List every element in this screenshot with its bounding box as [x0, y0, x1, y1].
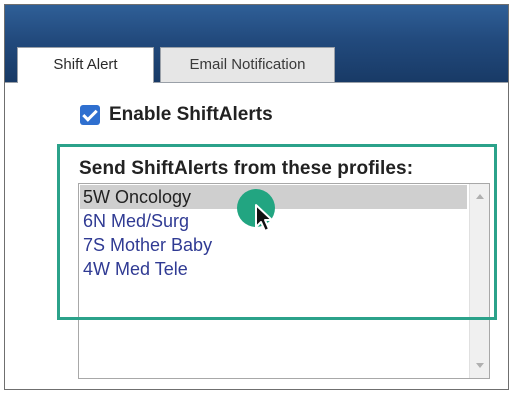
enable-shiftalerts-row[interactable]: Enable ShiftAlerts — [80, 104, 273, 126]
profiles-label: Send ShiftAlerts from these profiles: — [79, 158, 414, 179]
enable-shiftalerts-label: Enable ShiftAlerts — [109, 104, 273, 125]
list-item-4w-med-tele[interactable]: 4W Med Tele — [80, 257, 467, 281]
enable-shiftalerts-checkbox[interactable] — [80, 105, 100, 125]
arrow-cursor-icon — [255, 204, 273, 232]
scroll-up-arrow-icon[interactable] — [476, 194, 484, 199]
tab-shift-alert[interactable]: Shift Alert — [17, 47, 154, 83]
tab-email-notification[interactable]: Email Notification — [160, 47, 335, 82]
listbox-scrollbar[interactable] — [469, 184, 489, 378]
scroll-down-arrow-icon[interactable] — [476, 363, 484, 368]
list-item-7s-mother-baby[interactable]: 7S Mother Baby — [80, 233, 467, 257]
profiles-listbox[interactable]: 5W Oncology 6N Med/Surg 7S Mother Baby 4… — [78, 183, 490, 379]
